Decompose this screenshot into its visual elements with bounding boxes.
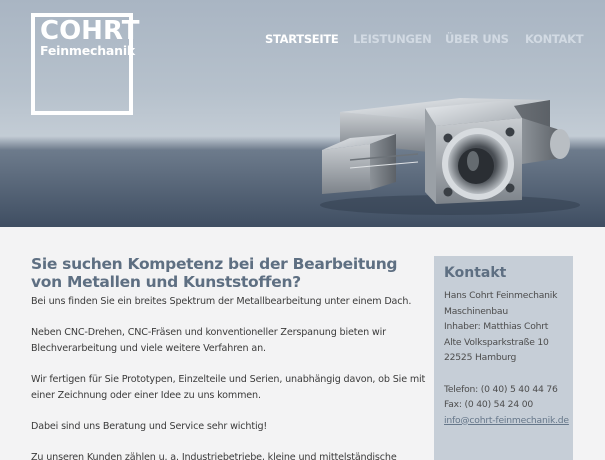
contact-type: Maschinenbau bbox=[444, 305, 508, 317]
contact-company: Hans Cohrt Feinmechanik bbox=[444, 290, 558, 301]
contact-title: Kontakt bbox=[444, 265, 507, 281]
paragraph-services: Neben CNC-Drehen, CNC-Fräsen und konvent… bbox=[31, 327, 386, 354]
hero-banner: COHRT Feinmechanik STARTSEITE LEISTUNGEN… bbox=[0, 0, 605, 227]
paragraph-intro: Bei uns finden Sie ein breites Spektrum … bbox=[31, 296, 412, 307]
main-nav: STARTSEITE LEISTUNGEN ÜBER UNS KONTAKT bbox=[0, 32, 605, 48]
main-content: Sie suchen Kompetenz bei der Bearbeitung… bbox=[31, 255, 426, 460]
contact-box: Kontakt Hans Cohrt Feinmechanik Maschine… bbox=[434, 256, 573, 460]
contact-fax: Fax: (0 40) 54 24 00 bbox=[444, 399, 533, 410]
contact-street: Alte Volksparkstraße 10 bbox=[444, 336, 549, 348]
contact-owner: Inhaber: Matthias Cohrt bbox=[444, 321, 549, 332]
contact-phone: Telefon: (0 40) 5 40 44 76 bbox=[444, 383, 558, 395]
nav-item-ueber-uns[interactable]: ÜBER UNS bbox=[445, 32, 509, 46]
paragraph-production: Wir fertigen für Sie Prototypen, Einzelt… bbox=[31, 374, 426, 401]
paragraph-service: Dabei sind uns Beratung und Service sehr… bbox=[31, 421, 268, 432]
nav-item-leistungen[interactable]: LEISTUNGEN bbox=[353, 32, 432, 46]
machined-part-image bbox=[320, 98, 580, 215]
contact-city: 22525 Hamburg bbox=[444, 352, 517, 363]
nav-item-kontakt[interactable]: KONTAKT bbox=[525, 32, 584, 46]
nav-item-startseite[interactable]: STARTSEITE bbox=[265, 32, 339, 46]
contact-email-link[interactable]: info@cohrt-feinmechanik.de bbox=[444, 415, 569, 426]
paragraph-customers: Zu unseren Kunden zählen u. a. Industrie… bbox=[31, 452, 397, 460]
page-headline: Sie suchen Kompetenz bei der Bearbeitung… bbox=[31, 255, 398, 291]
